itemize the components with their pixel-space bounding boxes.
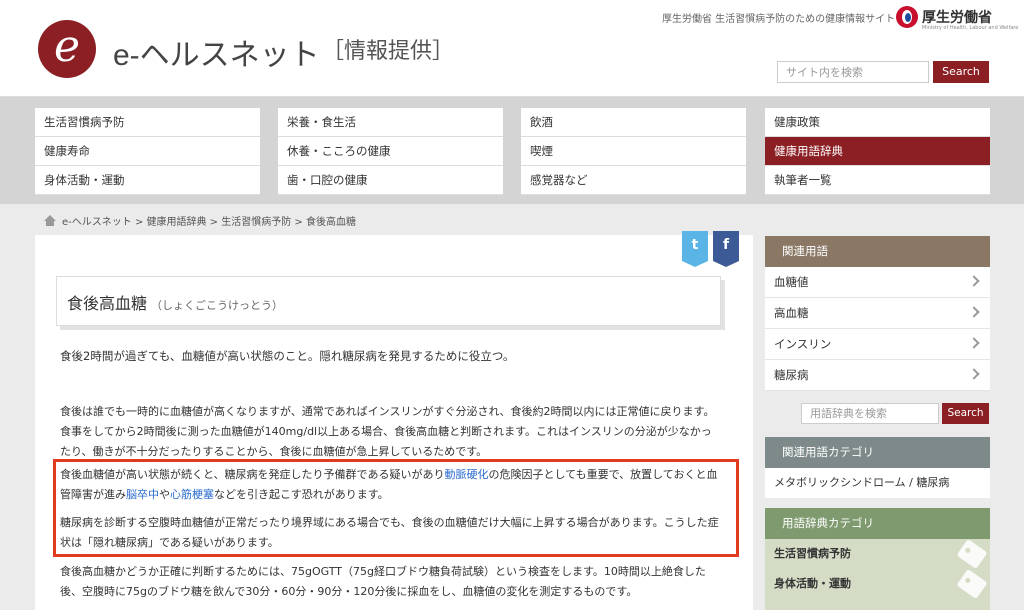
nav-item[interactable]: 歯・口腔の健康: [278, 166, 503, 195]
nav-column: 健康政策 健康用語辞典 執筆者一覧: [765, 108, 990, 195]
dictionary-category-label: 身体活動・運動: [774, 577, 851, 590]
tag-icon: [956, 538, 988, 570]
nav-item[interactable]: 栄養・食生活: [278, 108, 503, 137]
article-title: 食後高血糖: [67, 294, 148, 313]
chevron-right-icon: [968, 368, 980, 380]
link-myocardial-infarction[interactable]: 心筋梗塞: [170, 488, 214, 501]
related-term-label: 糖尿病: [774, 368, 809, 382]
site-search-button[interactable]: Search: [933, 61, 989, 83]
site-logo[interactable]: e: [38, 20, 96, 78]
nav-item[interactable]: 身体活動・運動: [35, 166, 260, 195]
article-paragraph: 食後血糖値が高い状態が続くと、糖尿病を発症したり予備群である疑いがあり動脈硬化の…: [60, 465, 720, 505]
dictionary-category-item[interactable]: 身体活動・運動: [765, 568, 990, 600]
main-nav: 生活習慣病予防 健康寿命 身体活動・運動 栄養・食生活 休養・こころの健康 歯・…: [0, 97, 1024, 204]
article-title-box: 食後高血糖 （しょくごこうけっとう）: [56, 276, 721, 326]
chevron-right-icon: [968, 337, 980, 349]
site-header: e e-ヘルスネット ［情報提供］ 厚生労働省 生活習慣病予防のための健康情報サ…: [0, 0, 1024, 97]
related-terms-heading: 関連用語: [765, 236, 990, 267]
dictionary-category-label: 生活習慣病予防: [774, 547, 851, 560]
ministry-english-name: Ministry of Health, Labour and Welfare: [922, 25, 1019, 31]
chevron-right-icon: [968, 306, 980, 318]
related-terms-list: 血糖値 高血糖 インスリン 糖尿病: [765, 267, 990, 391]
chevron-right-icon: [968, 275, 980, 287]
article-paragraph: 食後高血糖かどうか正確に判断するためには、75gOGTT（75g経口ブドウ糖負荷…: [60, 565, 706, 598]
home-icon[interactable]: [44, 215, 56, 226]
ministry-name: 厚生労働省: [922, 10, 992, 26]
related-term-label: インスリン: [774, 337, 832, 351]
nav-item[interactable]: 喫煙: [521, 137, 746, 166]
nav-column: 栄養・食生活 休養・こころの健康 歯・口腔の健康: [278, 108, 503, 195]
dictionary-category-heading: 用語辞典カテゴリ: [765, 508, 990, 539]
link-arteriosclerosis[interactable]: 動脈硬化: [444, 468, 488, 481]
site-search-input[interactable]: サイト内を検索: [777, 61, 929, 83]
dictionary-search-button[interactable]: Search: [942, 403, 989, 424]
paragraph-text: などを引き起こす恐れがあります。: [214, 488, 389, 501]
related-term-item[interactable]: インスリン: [765, 329, 990, 360]
breadcrumb: e-ヘルスネット > 健康用語辞典 > 生活習慣病予防 > 食後高血糖: [44, 213, 356, 228]
link-stroke[interactable]: 脳卒中: [126, 488, 159, 501]
related-term-label: 血糖値: [774, 275, 809, 289]
ministry-mark-icon: [896, 6, 918, 28]
article-reading: （しょくごこうけっとう）: [151, 299, 284, 312]
breadcrumb-text[interactable]: e-ヘルスネット > 健康用語辞典 > 生活習慣病予防 > 食後高血糖: [62, 217, 356, 228]
nav-item[interactable]: 執筆者一覧: [765, 166, 990, 195]
facebook-share-button[interactable]: f: [713, 231, 739, 267]
dictionary-category-list: 生活習慣病予防 身体活動・運動: [765, 538, 990, 610]
nav-item[interactable]: 生活習慣病予防: [35, 108, 260, 137]
related-term-item[interactable]: 血糖値: [765, 267, 990, 298]
nav-item[interactable]: 健康寿命: [35, 137, 260, 166]
ministry-logo[interactable]: 厚生労働省 Ministry of Health, Labour and Wel…: [896, 4, 1019, 34]
nav-column: 飲酒 喫煙 感覚器など: [521, 108, 746, 195]
dictionary-category-item[interactable]: 生活習慣病予防: [765, 538, 990, 570]
related-category-heading: 関連用語カテゴリ: [765, 437, 990, 468]
article-paragraph: 食後は誰でも一時的に血糖値が高くなりますが、通常であればインスリンがすぐ分泌され…: [60, 405, 715, 458]
related-category-item[interactable]: メタボリックシンドローム / 糖尿病: [765, 468, 990, 498]
site-name[interactable]: e-ヘルスネット: [113, 30, 320, 74]
tag-icon: [956, 568, 988, 600]
site-subtitle: ［情報提供］: [322, 38, 455, 63]
article-paragraph: 糖尿病を診断する空腹時血糖値が正常だったり境界域にある場合でも、食後の血糖値だけ…: [60, 516, 719, 549]
related-term-label: 高血糖: [774, 306, 809, 320]
site-tagline: 厚生労働省 生活習慣病予防のための健康情報サイト: [662, 14, 896, 25]
nav-item[interactable]: 健康政策: [765, 108, 990, 137]
nav-item[interactable]: 飲酒: [521, 108, 746, 137]
dictionary-search-input[interactable]: 用語辞典を検索: [801, 403, 939, 424]
nav-item[interactable]: 休養・こころの健康: [278, 137, 503, 166]
paragraph-text: 食後血糖値が高い状態が続くと、糖尿病を発症したり予備群である疑いがあり: [60, 468, 445, 481]
twitter-share-button[interactable]: t: [682, 231, 708, 267]
related-term-item[interactable]: 糖尿病: [765, 360, 990, 391]
related-term-item[interactable]: 高血糖: [765, 298, 990, 329]
article-panel: t f 食後高血糖 （しょくごこうけっとう） 食後2時間が過ぎても、血糖値が高い状…: [35, 231, 753, 610]
nav-column: 生活習慣病予防 健康寿命 身体活動・運動: [35, 108, 260, 195]
paragraph-text: や: [159, 488, 170, 501]
article-lead: 食後2時間が過ぎても、血糖値が高い状態のこと。隠れ糖尿病を発見するために役立つ。: [60, 349, 515, 363]
nav-item-active[interactable]: 健康用語辞典: [765, 137, 990, 166]
nav-item[interactable]: 感覚器など: [521, 166, 746, 195]
logo-letter: e: [53, 21, 81, 72]
